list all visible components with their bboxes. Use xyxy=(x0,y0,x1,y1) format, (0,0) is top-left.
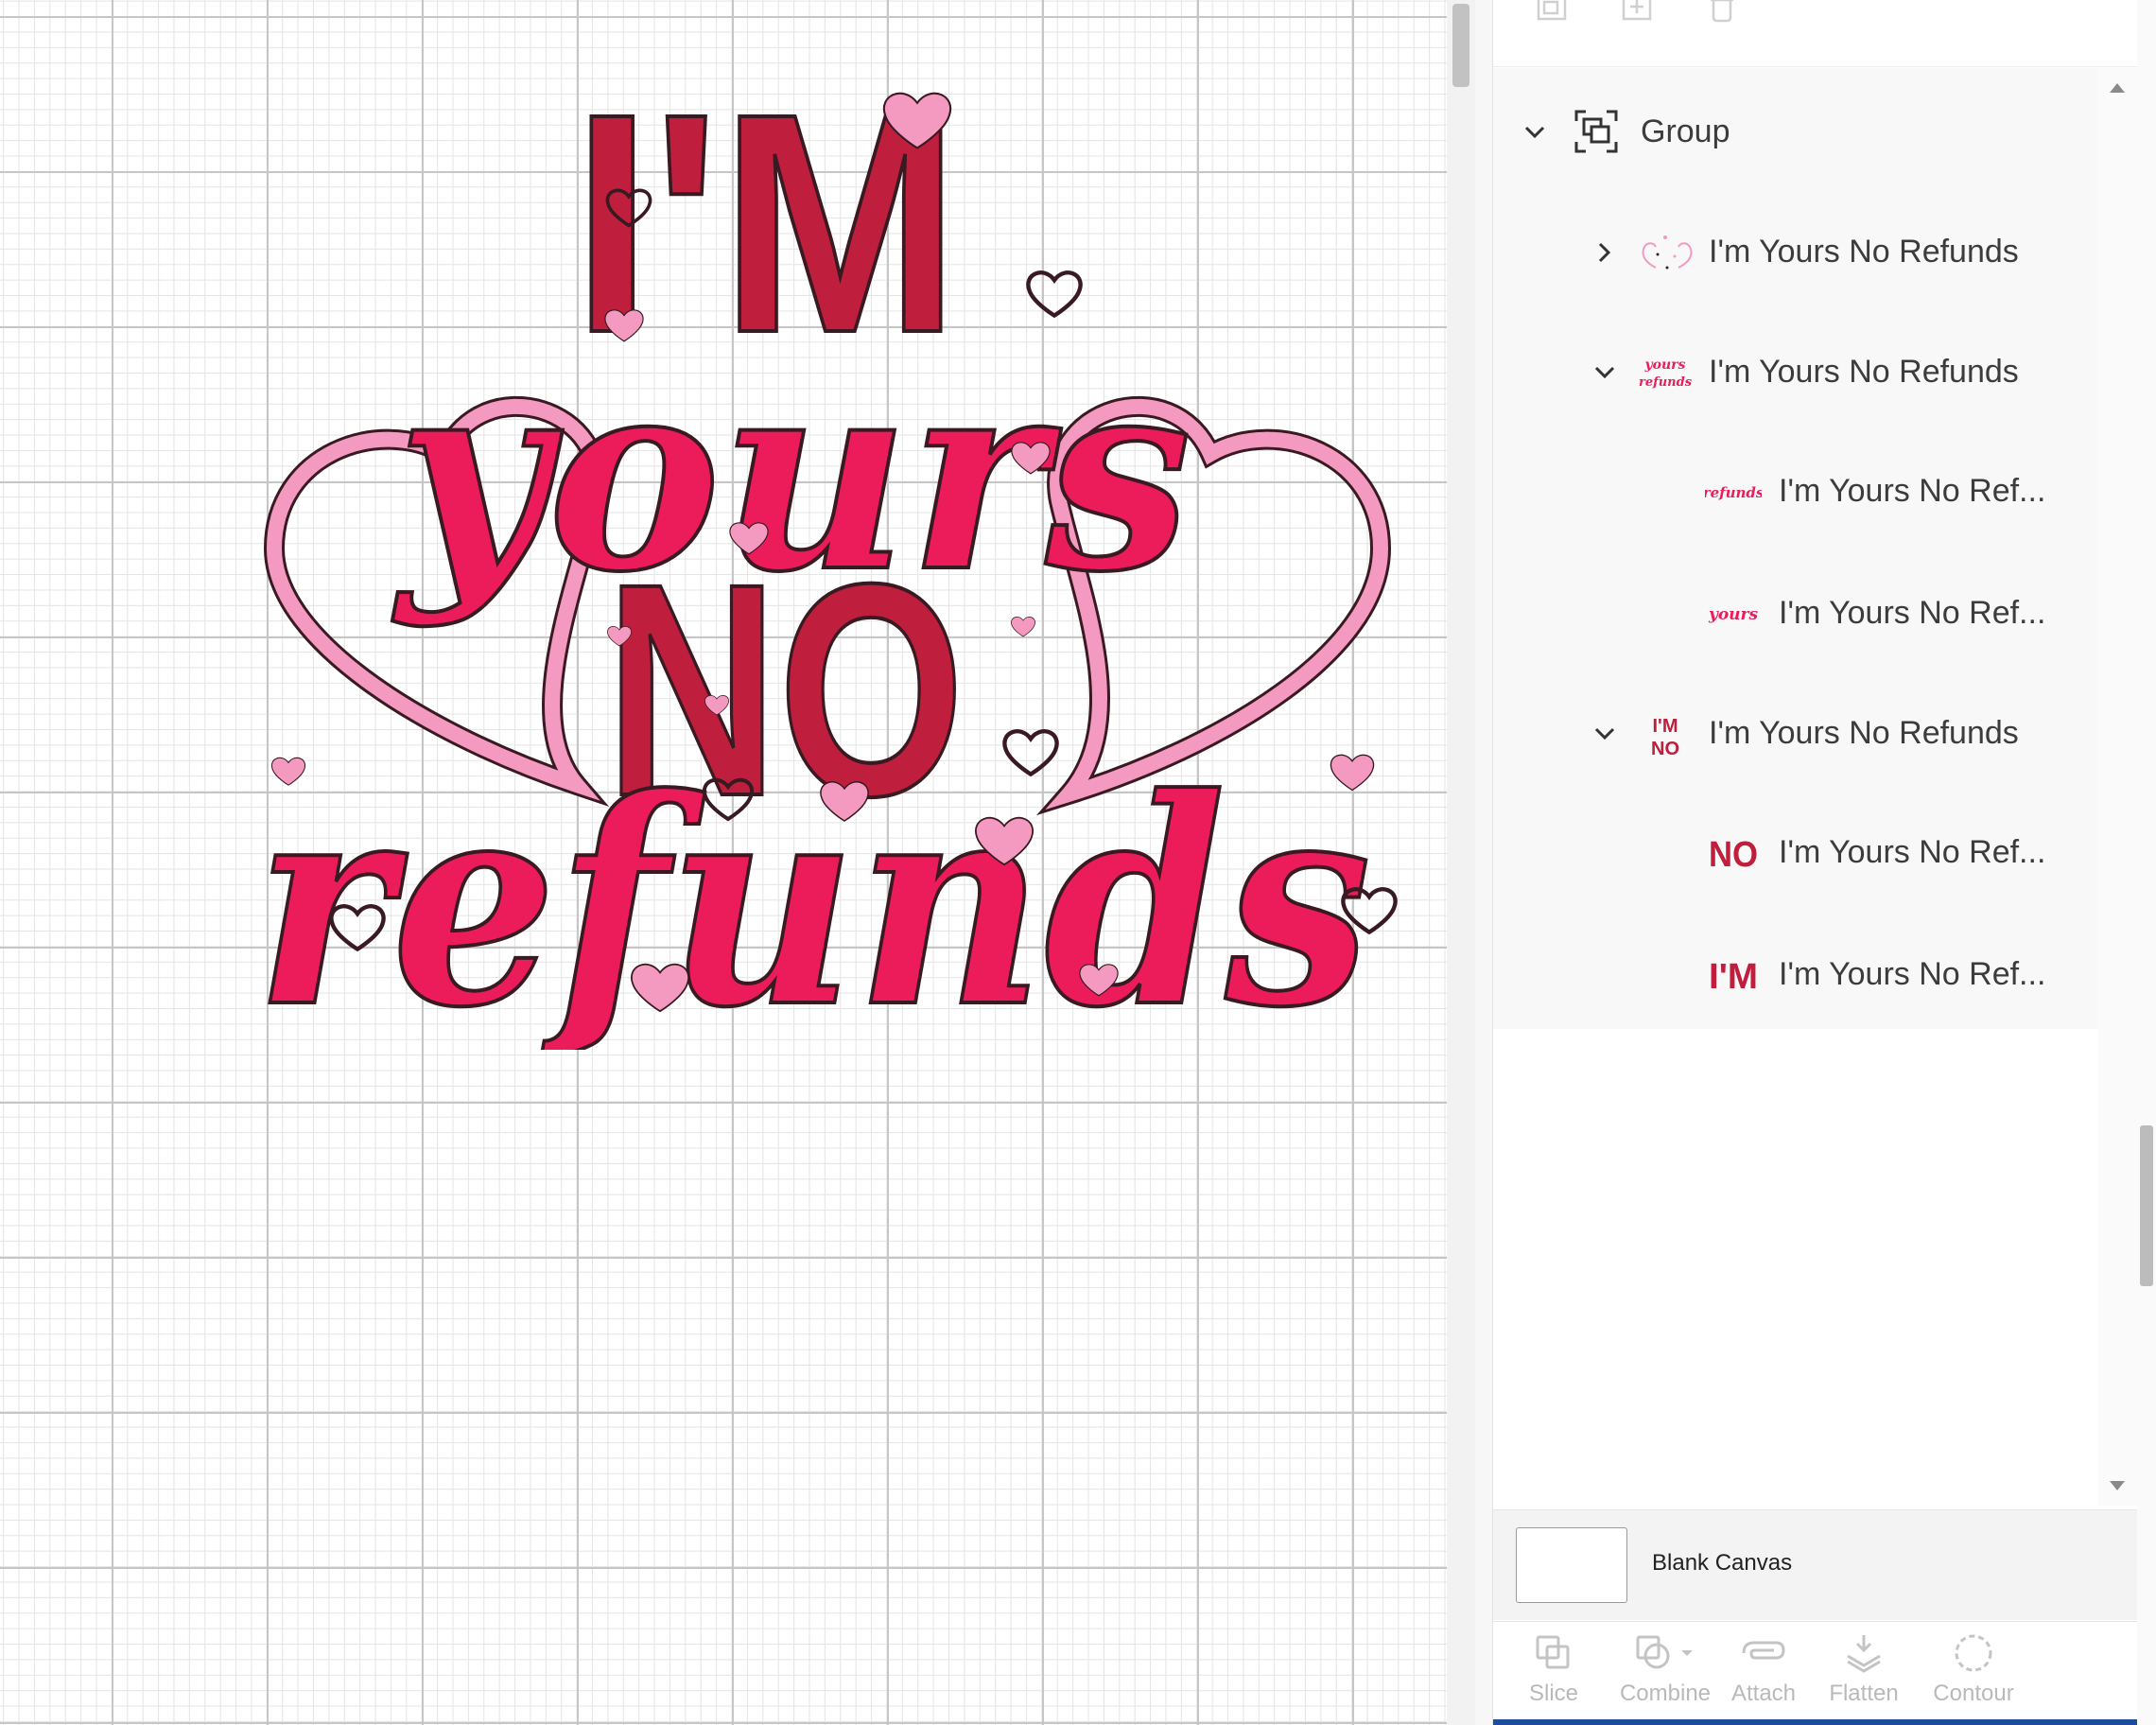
layers-top-toolbar xyxy=(1493,0,2138,67)
group-tool-icon[interactable] xyxy=(1533,0,1571,38)
layer-row-yours-refunds[interactable]: yours refunds I'm Yours No Refunds xyxy=(1493,316,2098,429)
layers-scrollbar[interactable] xyxy=(2098,68,2138,1506)
slice-icon xyxy=(1536,1635,1570,1669)
layers-empty-area xyxy=(1493,1029,2098,1502)
attach-label: Attach xyxy=(1730,1681,1797,1706)
panel-divider xyxy=(1475,0,1492,1725)
group-icon xyxy=(1574,110,1618,153)
layer-label: I'm Yours No Refunds xyxy=(1709,234,2019,270)
artwork-yours-text: yours xyxy=(389,320,1191,631)
svg-text:yours: yours xyxy=(1644,357,1686,373)
layer-label: I'm Yours No Ref... xyxy=(1779,834,2046,870)
layer-row-im-no[interactable]: I'M NO I'm Yours No Refunds xyxy=(1493,677,2098,791)
svg-text:NO: NO xyxy=(1709,835,1758,875)
svg-text:refunds: refunds xyxy=(1639,375,1693,390)
blank-canvas-swatch[interactable] xyxy=(1516,1527,1627,1603)
layer-label: I'm Yours No Ref... xyxy=(1779,473,2046,509)
attach-icon xyxy=(1742,1641,1785,1660)
hearts-thumbnail-icon xyxy=(1642,235,1693,270)
bottom-toolbar: Slice Combine Attach Flatten Contour xyxy=(1493,1621,2138,1720)
yours-thumbnail-icon: yours xyxy=(1708,605,1759,624)
layer-label: Group xyxy=(1641,113,1730,149)
slice-label: Slice xyxy=(1528,1681,1579,1706)
layer-label: I'm Yours No Ref... xyxy=(1779,595,2046,631)
delete-tool-icon[interactable] xyxy=(1703,0,1741,38)
slice-button[interactable]: Slice xyxy=(1506,1631,1601,1716)
scroll-up-icon[interactable] xyxy=(2110,83,2125,93)
contour-icon xyxy=(1955,1634,1992,1672)
layer-row-yours[interactable]: yours I'm Yours No Ref... xyxy=(1493,557,2098,671)
toolbar-accent-line xyxy=(1493,1719,2138,1725)
layers-list: Group I'm Yours No Refunds yours refunds… xyxy=(1493,68,2098,1029)
attach-button[interactable]: Attach xyxy=(1716,1631,1811,1716)
yours-refunds-thumbnail-icon: yours refunds xyxy=(1639,357,1693,390)
scroll-down-icon[interactable] xyxy=(2110,1481,2125,1490)
duplicate-tool-icon[interactable] xyxy=(1618,0,1656,38)
canvas-selector[interactable]: Blank Canvas xyxy=(1493,1509,2138,1620)
svg-text:yours: yours xyxy=(1708,605,1759,624)
flatten-icon xyxy=(1847,1635,1881,1673)
flatten-label: Flatten xyxy=(1829,1681,1899,1706)
chevron-right-icon[interactable] xyxy=(1591,239,1618,266)
layer-row-refunds[interactable]: refunds I'm Yours No Ref... xyxy=(1493,435,2098,549)
layers-panel: Group I'm Yours No Refunds yours refunds… xyxy=(1492,0,2138,1725)
layer-label: I'm Yours No Refunds xyxy=(1709,354,2019,390)
canvas-scrollbar-thumb[interactable] xyxy=(1452,4,1469,87)
combine-icon xyxy=(1636,1635,1693,1669)
im-no-thumbnail-icon: I'M NO xyxy=(1651,716,1679,759)
svg-text:refunds: refunds xyxy=(1705,484,1762,501)
contour-label: Contour xyxy=(1933,1681,2014,1706)
no-thumbnail-icon: NO xyxy=(1709,835,1758,875)
layer-row-im[interactable]: I'M I'm Yours No Ref... xyxy=(1493,918,2098,1032)
layer-row-group[interactable]: Group xyxy=(1493,76,2098,189)
canvas-vertical-scrollbar[interactable] xyxy=(1447,0,1475,1725)
svg-text:I'M: I'M xyxy=(1653,716,1678,737)
contour-button[interactable]: Contour xyxy=(1926,1631,2021,1716)
window-edge-scrollbar-thumb[interactable] xyxy=(2140,1125,2153,1286)
im-yours-no-refunds-artwork[interactable]: I'M NO yours refunds xyxy=(236,57,1428,1050)
combine-label: Combine xyxy=(1619,1681,1712,1706)
refunds-thumbnail-icon: refunds xyxy=(1705,484,1762,501)
layer-label: I'm Yours No Ref... xyxy=(1779,956,2046,992)
layer-label: I'm Yours No Refunds xyxy=(1709,715,2019,751)
chevron-down-icon[interactable] xyxy=(1521,119,1548,146)
layer-row-hearts[interactable]: I'm Yours No Refunds xyxy=(1493,196,2098,309)
artwork-refunds-text: refunds xyxy=(255,736,1371,1050)
svg-text:NO: NO xyxy=(1651,739,1679,759)
svg-text:I'M: I'M xyxy=(1709,957,1758,997)
chevron-down-icon[interactable] xyxy=(1591,721,1618,747)
combine-button[interactable]: Combine xyxy=(1608,1631,1722,1716)
chevron-down-icon[interactable] xyxy=(1591,359,1618,386)
layer-row-no[interactable]: NO I'm Yours No Ref... xyxy=(1493,796,2098,910)
design-canvas[interactable]: I'M NO yours refunds xyxy=(0,0,1447,1725)
window-edge-scrollbar[interactable] xyxy=(2137,0,2156,1725)
im-thumbnail-icon: I'M xyxy=(1709,957,1758,997)
canvas-selector-label: Blank Canvas xyxy=(1652,1550,1793,1576)
flatten-button[interactable]: Flatten xyxy=(1817,1631,1911,1716)
